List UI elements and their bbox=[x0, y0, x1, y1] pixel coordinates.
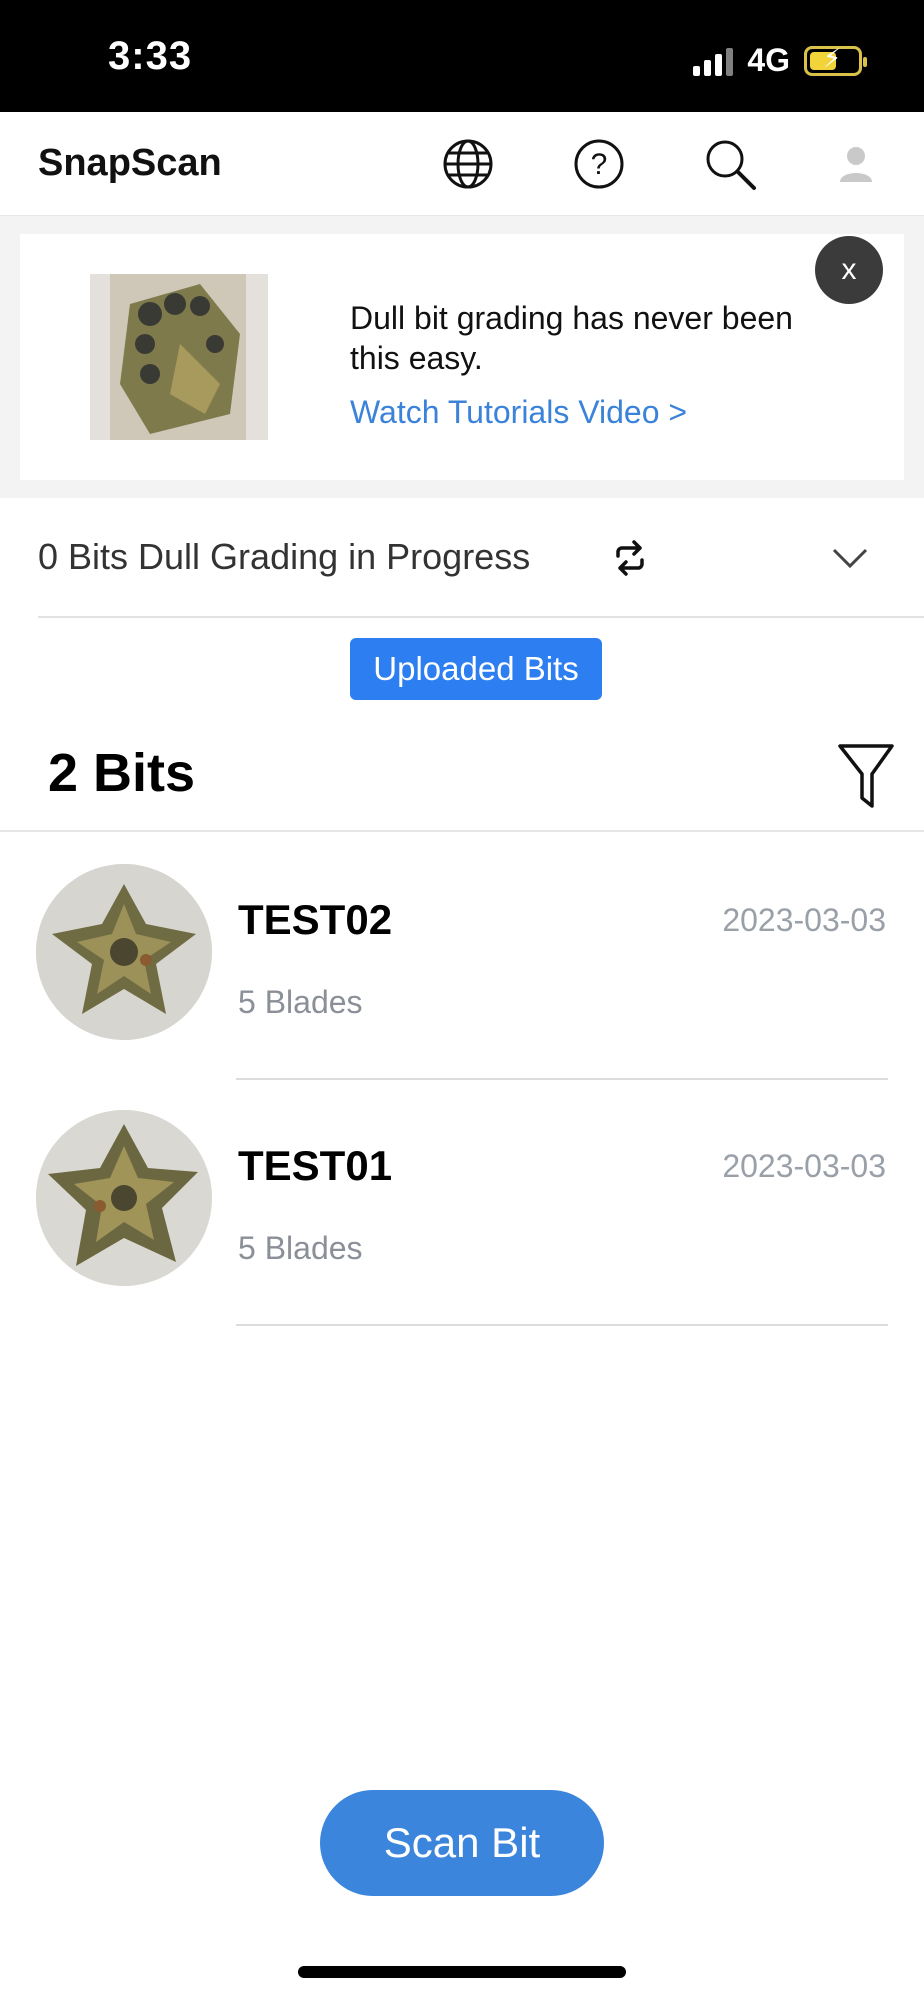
bit-name: TEST01 bbox=[238, 1142, 393, 1189]
bit-date: 2023-03-03 bbox=[722, 1148, 886, 1184]
home-indicator[interactable] bbox=[298, 1966, 626, 1978]
watch-tutorials-link[interactable]: Watch Tutorials Video > bbox=[350, 394, 687, 431]
filter-icon[interactable] bbox=[836, 740, 896, 810]
bit-thumbnail bbox=[36, 864, 212, 1040]
bit-name: TEST02 bbox=[238, 896, 393, 943]
close-banner-button[interactable]: x bbox=[815, 236, 883, 304]
banner-text: Dull bit grading has never been this eas… bbox=[350, 300, 793, 376]
bit-blades: 5 Blades bbox=[238, 1230, 363, 1266]
profile-icon[interactable] bbox=[826, 134, 886, 194]
svg-text:?: ? bbox=[591, 148, 608, 181]
tutorial-banner: Dull bit grading has never been this eas… bbox=[0, 216, 924, 498]
globe-icon[interactable] bbox=[438, 134, 498, 194]
list-item[interactable]: TEST01 5 Blades 2023-03-03 bbox=[0, 1080, 924, 1326]
bits-count-row: 2 Bits bbox=[0, 720, 924, 832]
bit-thumbnail bbox=[36, 1110, 212, 1286]
bit-blades: 5 Blades bbox=[238, 984, 363, 1020]
app-header: SnapScan ? bbox=[0, 112, 924, 216]
row-divider bbox=[236, 1324, 888, 1326]
drill-bit-image bbox=[90, 274, 268, 440]
network-type: 4G bbox=[747, 42, 790, 78]
progress-text: 0 Bits Dull Grading in Progress bbox=[38, 536, 531, 577]
uploaded-bits-button[interactable]: Uploaded Bits bbox=[350, 638, 602, 700]
battery-icon: ⚡ bbox=[804, 45, 867, 76]
bit-date: 2023-03-03 bbox=[722, 902, 886, 938]
status-time: 3:33 bbox=[108, 34, 193, 78]
banner-card: Dull bit grading has never been this eas… bbox=[20, 234, 904, 480]
bits-count: 2 Bits bbox=[48, 743, 196, 803]
search-icon[interactable] bbox=[700, 134, 760, 194]
scan-bit-button[interactable]: Scan Bit bbox=[320, 1790, 604, 1896]
status-indicators: 4G ⚡ bbox=[693, 42, 867, 79]
help-icon[interactable]: ? bbox=[569, 134, 629, 194]
app-title: SnapScan bbox=[38, 142, 222, 184]
grading-progress-row[interactable]: 0 Bits Dull Grading in Progress bbox=[38, 500, 924, 618]
chevron-down-icon[interactable] bbox=[830, 540, 870, 576]
signal-icon bbox=[693, 46, 734, 76]
status-bar: 3:33 4G ⚡ bbox=[0, 0, 924, 112]
list-item[interactable]: TEST02 5 Blades 2023-03-03 bbox=[0, 834, 924, 1080]
refresh-icon[interactable] bbox=[610, 538, 650, 578]
